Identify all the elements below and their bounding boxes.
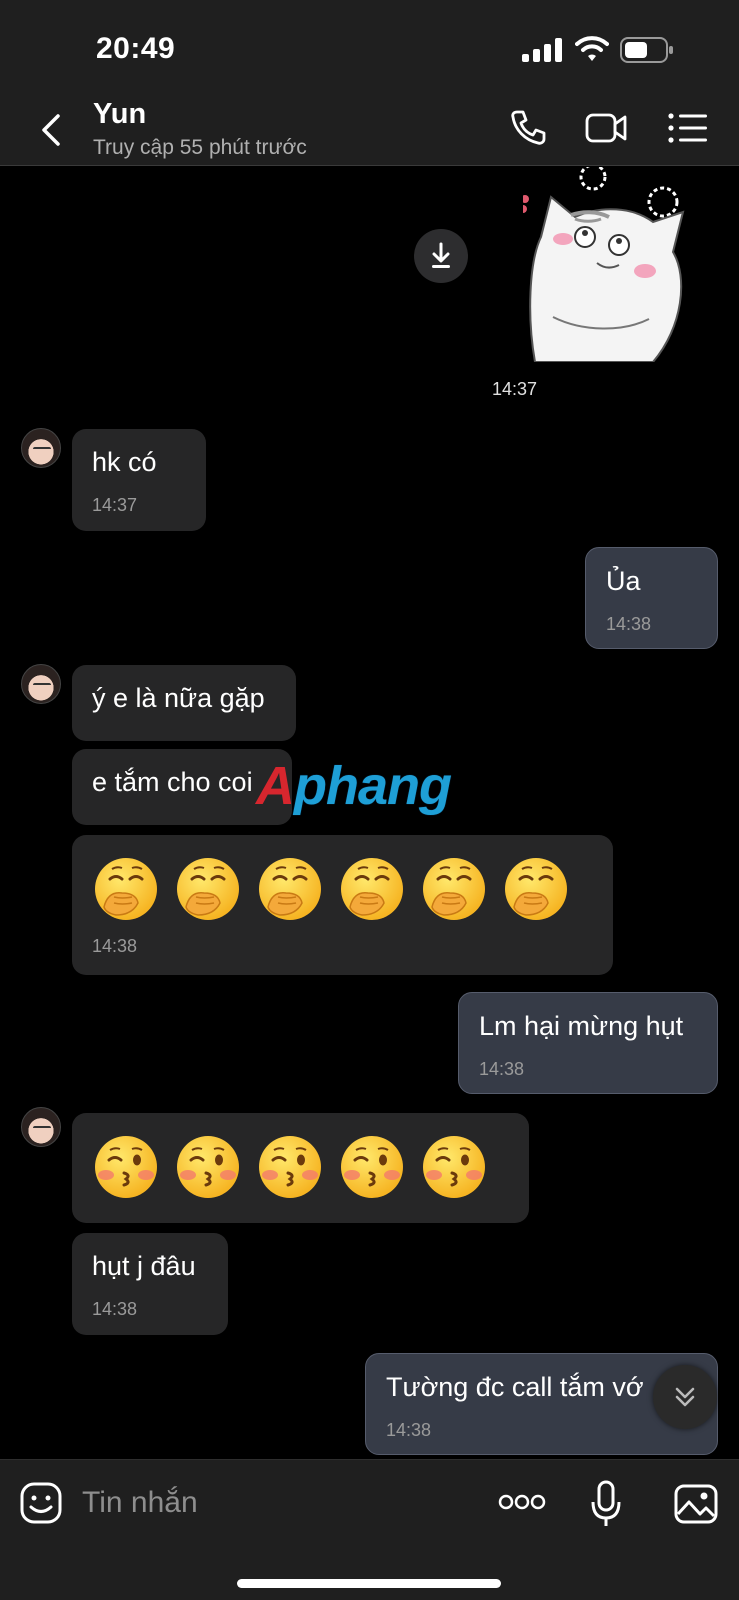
contact-name[interactable]: Yun xyxy=(93,98,146,131)
message-composer xyxy=(0,1459,739,1600)
phone-call-icon[interactable] xyxy=(507,108,551,148)
message-time: 14:37 xyxy=(92,495,138,515)
kissing-emoji xyxy=(256,1133,324,1206)
contact-avatar[interactable] xyxy=(21,664,61,704)
double-chevron-down-icon xyxy=(675,1387,695,1407)
contact-avatar[interactable] xyxy=(21,1107,61,1147)
message-input[interactable] xyxy=(82,1474,462,1532)
hand-over-mouth-emoji xyxy=(338,855,406,928)
message-text: Ủa xyxy=(606,566,641,596)
hand-over-mouth-emoji xyxy=(420,855,488,928)
hand-over-mouth-emoji xyxy=(92,855,160,928)
kissing-emoji xyxy=(92,1133,160,1206)
status-time: 20:49 xyxy=(96,32,176,65)
message-time: 14:38 xyxy=(92,936,138,956)
battery-icon xyxy=(620,37,673,63)
message-text: e tắm cho coi xyxy=(92,767,253,797)
message-bubble-emoji[interactable]: 14:38 xyxy=(72,835,613,975)
watermark-logo: Aphang xyxy=(256,756,452,816)
message-text: ý e là nữa gặp xyxy=(92,683,265,713)
home-indicator[interactable] xyxy=(237,1579,501,1588)
emoji-row xyxy=(92,1133,488,1206)
menu-list-icon[interactable] xyxy=(667,108,711,148)
microphone-icon[interactable] xyxy=(590,1480,622,1528)
kissing-emoji xyxy=(338,1133,406,1206)
sticker-emoji-icon[interactable] xyxy=(20,1482,62,1524)
more-options-icon[interactable] xyxy=(498,1492,546,1512)
contact-last-seen: Truy cập 55 phút trước xyxy=(93,136,307,159)
hand-over-mouth-emoji xyxy=(502,855,570,928)
message-bubble-incoming[interactable]: hk có 14:37 xyxy=(72,429,206,531)
message-text: hk có xyxy=(92,447,157,477)
wifi-icon xyxy=(575,36,609,61)
message-text: hụt j đâu xyxy=(92,1251,196,1281)
message-text: Tường đc call tắm vớ xyxy=(386,1372,644,1402)
hand-over-mouth-emoji xyxy=(174,855,242,928)
cat-sticker[interactable] xyxy=(523,167,703,362)
kissing-emoji xyxy=(420,1133,488,1206)
video-call-icon[interactable] xyxy=(584,108,628,148)
message-time: 14:38 xyxy=(479,1059,525,1079)
sticker-timestamp: 14:37 xyxy=(492,379,538,399)
status-bar: 20:49 xyxy=(0,0,739,96)
chat-header: Yun Truy cập 55 phút trước xyxy=(0,96,739,166)
message-bubble-outgoing[interactable]: Lm hại mừng hụt 14:38 xyxy=(458,992,718,1094)
back-button[interactable] xyxy=(34,110,70,150)
message-bubble-incoming[interactable]: ý e là nữa gặp xyxy=(72,665,296,741)
message-text: Lm hại mừng hụt xyxy=(479,1011,684,1041)
hand-over-mouth-emoji xyxy=(256,855,324,928)
scroll-to-bottom-button[interactable] xyxy=(653,1365,717,1429)
download-icon xyxy=(432,242,450,268)
message-bubble-incoming[interactable]: hụt j đâu 14:38 xyxy=(72,1233,228,1335)
chat-area[interactable]: 14:37 hk có 14:37 Ủa 14:38 ý e là nữa gặ… xyxy=(0,167,739,1459)
message-time: 14:38 xyxy=(92,1299,138,1319)
contact-avatar[interactable] xyxy=(21,428,61,468)
message-time: 14:38 xyxy=(386,1420,432,1440)
message-bubble-outgoing[interactable]: Ủa 14:38 xyxy=(585,547,718,649)
download-sticker-button[interactable] xyxy=(414,229,468,283)
message-time: 14:38 xyxy=(606,614,652,634)
message-bubble-emoji[interactable] xyxy=(72,1113,529,1223)
image-gallery-icon[interactable] xyxy=(674,1484,718,1524)
emoji-row xyxy=(92,855,570,928)
kissing-emoji xyxy=(174,1133,242,1206)
cellular-signal-icon xyxy=(522,38,564,62)
